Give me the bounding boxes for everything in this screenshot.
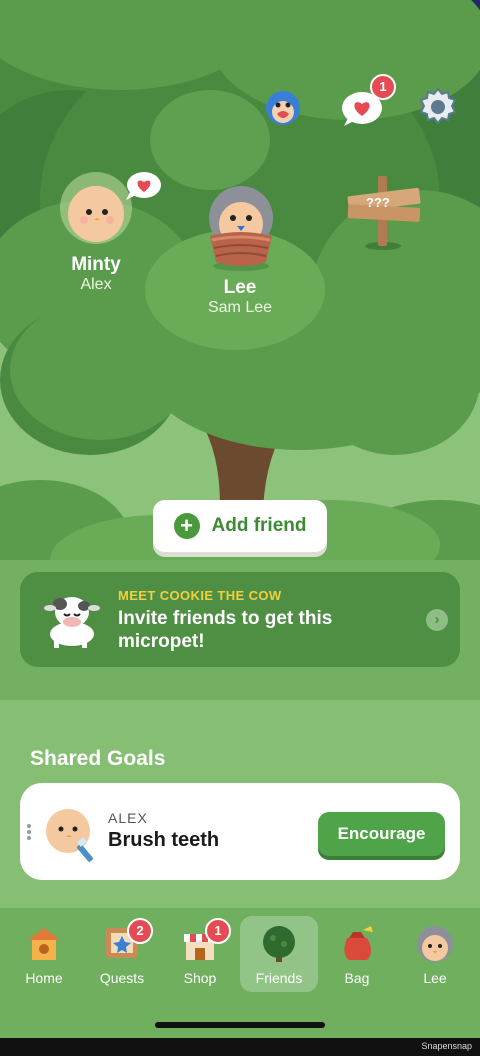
alex-avatar-toothbrush-icon bbox=[44, 809, 104, 865]
bag-icon bbox=[344, 926, 373, 960]
gear-icon[interactable] bbox=[417, 86, 459, 128]
birdhouse-icon bbox=[28, 928, 60, 960]
home-indicator bbox=[155, 1022, 325, 1028]
notification-badge: 2 bbox=[127, 918, 153, 944]
tab-shop[interactable]: 1 Shop bbox=[161, 916, 239, 992]
add-friend-button[interactable]: + Add friend bbox=[153, 500, 327, 552]
tab-profile-lee[interactable]: Lee bbox=[396, 916, 474, 992]
bottom-tab-bar: Home 2 Quests 1 Shop Friends Bag Lee bbox=[0, 908, 480, 1038]
tab-label: Shop bbox=[183, 970, 217, 986]
heart-speech-bubble-icon[interactable]: 1 bbox=[340, 74, 396, 128]
signpost-text: ??? bbox=[366, 195, 390, 210]
lee-pet-icon[interactable] bbox=[198, 182, 284, 272]
tab-label: Quests bbox=[99, 970, 145, 986]
watermark: Snapensnap bbox=[421, 1041, 472, 1051]
signpost-icon[interactable]: ??? bbox=[344, 174, 424, 252]
friend-pet-name[interactable]: Lee bbox=[180, 277, 300, 299]
lee-avatar-icon bbox=[417, 926, 453, 962]
tab-home[interactable]: Home bbox=[5, 916, 83, 992]
goal-card: ALEX Brush teeth Encourage bbox=[20, 783, 460, 880]
friend-owner-name: Sam Lee bbox=[207, 299, 273, 316]
encourage-button[interactable]: Encourage bbox=[318, 812, 445, 856]
promo-message: Invite friends to get this micropet! bbox=[118, 608, 333, 652]
tab-quests[interactable]: 2 Quests bbox=[83, 916, 161, 992]
shared-goals-title: Shared Goals bbox=[30, 747, 166, 770]
tab-label: Bag bbox=[344, 970, 370, 986]
tab-friends[interactable]: Friends bbox=[240, 916, 318, 992]
cow-icon bbox=[42, 594, 102, 650]
friends-screen: 1 Minty Alex Lee Sam Lee ??? + Add frien… bbox=[0, 0, 480, 1056]
notification-badge: 1 bbox=[205, 918, 231, 944]
bird-with-heart-icon[interactable] bbox=[263, 86, 303, 128]
goal-owner: ALEX bbox=[108, 810, 148, 826]
bottom-strip bbox=[0, 1038, 480, 1056]
goal-task: Brush teeth bbox=[108, 829, 220, 851]
tab-bag[interactable]: Bag bbox=[318, 916, 396, 992]
plus-icon: + bbox=[173, 513, 200, 539]
drag-handle-icon[interactable] bbox=[26, 823, 32, 841]
tab-label: Home bbox=[25, 970, 63, 986]
friend-owner-name: Alex bbox=[80, 276, 112, 293]
promo-card[interactable]: MEET COOKIE THE COW Invite friends to ge… bbox=[20, 572, 460, 667]
tab-label: Lee bbox=[423, 970, 447, 986]
friend-pet-name[interactable]: Minty bbox=[36, 254, 156, 276]
tree-icon bbox=[263, 926, 295, 962]
chevron-right-icon[interactable]: › bbox=[426, 609, 448, 631]
promo-kicker: MEET COOKIE THE COW bbox=[118, 588, 282, 603]
add-friend-label: Add friend bbox=[211, 515, 307, 536]
notification-badge: 1 bbox=[370, 74, 396, 100]
tab-label: Friends bbox=[255, 970, 303, 986]
heart-bubble-icon bbox=[124, 170, 162, 202]
